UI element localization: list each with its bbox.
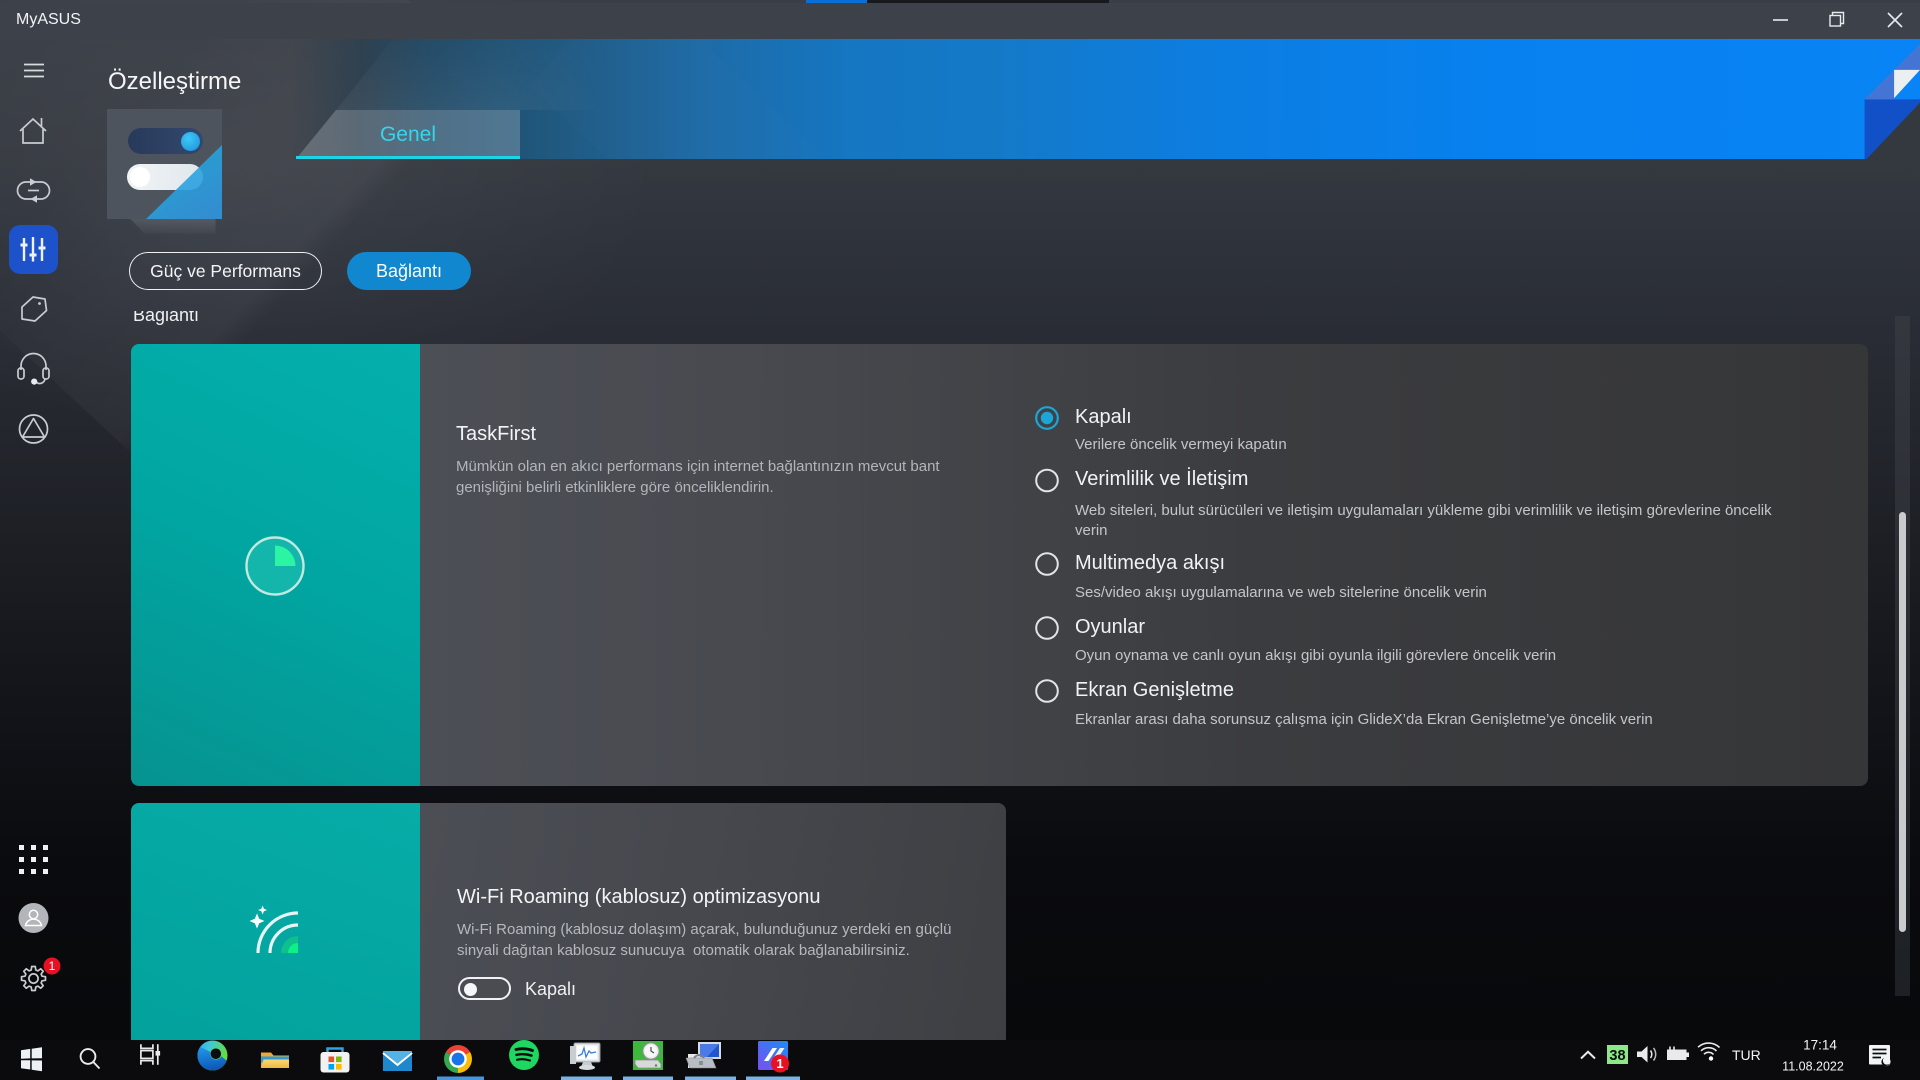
svg-text:1: 1 (49, 959, 56, 973)
svg-text:17:14: 17:14 (1803, 1040, 1837, 1053)
svg-text:11.08.2022: 11.08.2022 (1782, 1060, 1844, 1074)
svg-text:TUR: TUR (1732, 1047, 1761, 1063)
svg-text:38: 38 (1609, 1048, 1625, 1064)
svg-text:1: 1 (776, 1056, 783, 1071)
